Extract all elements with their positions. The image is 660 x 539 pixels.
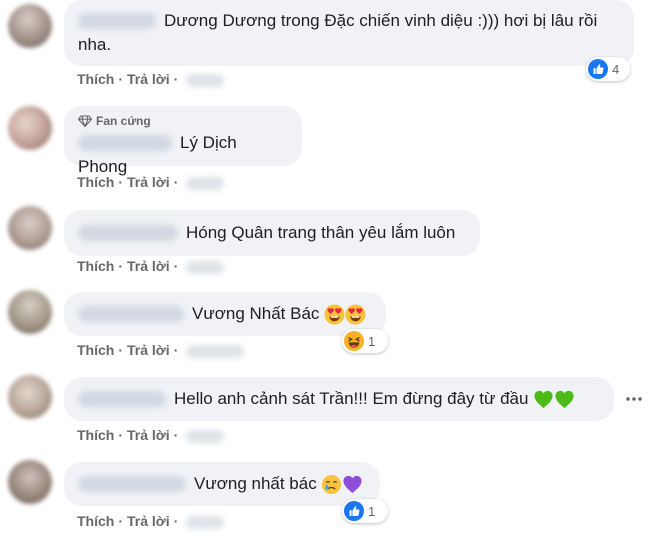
like-button[interactable]: Thích bbox=[77, 258, 114, 274]
timestamp[interactable] bbox=[186, 73, 225, 87]
author-name[interactable] bbox=[78, 391, 166, 407]
reaction-count: 4 bbox=[612, 61, 620, 77]
reaction-count: 1 bbox=[368, 503, 376, 519]
purple-heart-emoji bbox=[342, 474, 363, 495]
comment-bubble: Dương Dương trong Đặc chiến vinh diệu :)… bbox=[64, 0, 634, 66]
more-options-icon[interactable] bbox=[624, 389, 644, 409]
green-heart-emoji bbox=[554, 389, 575, 410]
avatar[interactable] bbox=[8, 4, 52, 48]
fan-badge: Fan cứng bbox=[77, 113, 288, 129]
comment-bubble: Fan cứng Lý Dịch Phong bbox=[64, 106, 302, 176]
separator: · bbox=[173, 513, 179, 529]
timestamp[interactable] bbox=[186, 344, 245, 358]
reply-button[interactable]: Trả lời bbox=[127, 513, 170, 529]
reply-button[interactable]: Trả lời bbox=[127, 174, 170, 190]
timestamp[interactable] bbox=[186, 429, 225, 443]
comment-text-continued: nha. bbox=[78, 35, 112, 55]
author-name[interactable] bbox=[78, 225, 178, 241]
separator: · bbox=[118, 174, 124, 190]
like-button[interactable]: Thích bbox=[77, 342, 114, 358]
comment-bubble: Hóng Quân trang thân yêu lắm luôn bbox=[64, 210, 480, 256]
reply-button[interactable]: Trả lời bbox=[127, 427, 170, 443]
comment-thread: Dương Dương trong Đặc chiến vinh diệu :)… bbox=[0, 0, 660, 539]
badge-label: Fan cứng bbox=[96, 114, 151, 128]
author-name[interactable] bbox=[78, 306, 184, 322]
heart-eyes-emoji bbox=[324, 304, 345, 325]
separator: · bbox=[118, 513, 124, 529]
crying-face-emoji bbox=[321, 474, 342, 495]
like-button[interactable]: Thích bbox=[77, 174, 114, 190]
like-button[interactable]: Thích bbox=[77, 513, 114, 529]
timestamp[interactable] bbox=[186, 176, 225, 190]
diamond-icon bbox=[77, 115, 93, 128]
heart-eyes-emoji bbox=[345, 304, 366, 325]
comment-actions: Thích · Trả lời · bbox=[77, 173, 225, 191]
reaction-summary[interactable]: 1 bbox=[342, 329, 388, 353]
comment-text: Hello anh cảnh sát Trần!!! Em đừng đây t… bbox=[174, 389, 529, 408]
comment-actions: Thích · Trả lời · bbox=[77, 70, 225, 88]
comment-actions: Thích · Trả lời · bbox=[77, 426, 225, 444]
like-button[interactable]: Thích bbox=[77, 71, 114, 87]
laughing-face-icon bbox=[344, 331, 364, 351]
separator: · bbox=[118, 427, 124, 443]
comment-bubble: Vương nhất bác bbox=[64, 462, 380, 506]
avatar[interactable] bbox=[8, 460, 52, 504]
avatar[interactable] bbox=[8, 106, 52, 150]
separator: · bbox=[118, 258, 124, 274]
avatar[interactable] bbox=[8, 290, 52, 334]
comment-text: Hóng Quân trang thân yêu lắm luôn bbox=[186, 223, 456, 242]
comment-actions: Thích · Trả lời · bbox=[77, 341, 245, 359]
separator: · bbox=[173, 258, 179, 274]
comment-text: Vương nhất bác bbox=[194, 474, 317, 493]
author-name[interactable] bbox=[78, 476, 186, 492]
like-button[interactable]: Thích bbox=[77, 427, 114, 443]
author-name[interactable] bbox=[78, 135, 172, 151]
separator: · bbox=[118, 342, 124, 358]
timestamp[interactable] bbox=[186, 515, 225, 529]
separator: · bbox=[173, 427, 179, 443]
reaction-summary[interactable]: 1 bbox=[342, 499, 388, 523]
reaction-count: 1 bbox=[368, 333, 376, 349]
comment-bubble: Vương Nhất Bác bbox=[64, 292, 386, 336]
thumbs-up-icon bbox=[344, 501, 364, 521]
timestamp[interactable] bbox=[186, 260, 225, 274]
separator: · bbox=[173, 174, 179, 190]
avatar[interactable] bbox=[8, 375, 52, 419]
separator: · bbox=[173, 342, 179, 358]
comment-actions: Thích · Trả lời · bbox=[77, 257, 225, 275]
author-name[interactable] bbox=[78, 13, 156, 29]
separator: · bbox=[118, 71, 124, 87]
reply-button[interactable]: Trả lời bbox=[127, 71, 170, 87]
comment-text: Vương Nhất Bác bbox=[192, 304, 320, 323]
reply-button[interactable]: Trả lời bbox=[127, 258, 170, 274]
reply-button[interactable]: Trả lời bbox=[127, 342, 170, 358]
comment-text: Dương Dương trong Đặc chiến vinh diệu :)… bbox=[164, 11, 598, 30]
thumbs-up-icon bbox=[588, 59, 608, 79]
comment-actions: Thích · Trả lời · bbox=[77, 512, 225, 530]
comment-bubble: Hello anh cảnh sát Trần!!! Em đừng đây t… bbox=[64, 377, 614, 421]
avatar[interactable] bbox=[8, 206, 52, 250]
reaction-summary[interactable]: 4 bbox=[586, 57, 630, 81]
separator: · bbox=[173, 71, 179, 87]
green-heart-emoji bbox=[533, 389, 554, 410]
